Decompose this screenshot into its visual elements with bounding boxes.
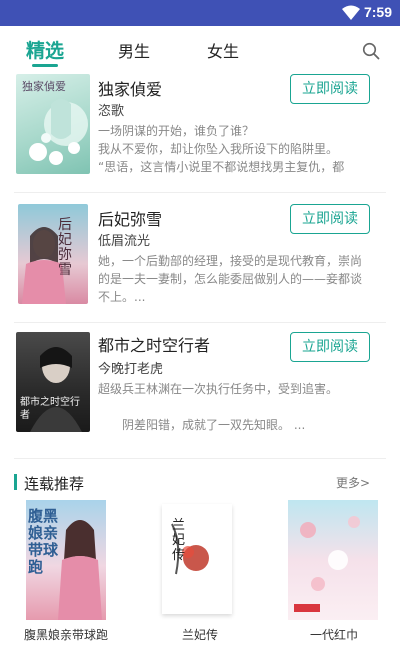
book-cover[interactable]: 后妃弥雪	[18, 204, 88, 304]
cover-title: 都市之时空行者	[20, 397, 80, 421]
book-title[interactable]: 都市之时空行者	[98, 332, 210, 356]
divider	[14, 458, 386, 459]
cover-title: 兰妃传	[172, 518, 186, 563]
tab-female[interactable]: 女生	[207, 38, 239, 62]
read-now-button[interactable]: 立即阅读	[290, 332, 370, 362]
divider	[14, 322, 386, 323]
status-bar: 7:59	[0, 0, 400, 26]
book-cover[interactable]: 独家偵爱	[16, 74, 90, 174]
top-tab-bar: 精选 男生 女生	[0, 26, 400, 74]
search-icon[interactable]	[362, 42, 380, 60]
section-title: 连载推荐	[24, 475, 85, 493]
status-time: 7:59	[363, 4, 392, 20]
recommend-cover[interactable]: 兰妃传	[162, 504, 232, 614]
book-description: 超级兵王林渊在一次执行任务中，受到追害。 阴差阳错，成就了一双先知眼。 ...	[98, 382, 339, 432]
read-now-button[interactable]: 立即阅读	[290, 74, 370, 104]
tab-male[interactable]: 男生	[118, 38, 150, 62]
divider	[14, 192, 386, 193]
recommend-name[interactable]: 一代红巾	[310, 626, 358, 643]
book-author: 低眉流光	[98, 234, 151, 249]
book-item[interactable]: 后妃弥雪 后妃弥雪 低眉流光 她，一个后勤部的经理，接受的是现代教育，崇尚的是一…	[0, 204, 400, 320]
recommend-name[interactable]: 兰妃传	[182, 626, 218, 643]
book-item[interactable]: 都市之时空行者 都市之时空行者 今晚打老虎 超级兵王林渊在一次执行任务中，受到追…	[0, 332, 400, 452]
book-author: 今晚打老虎	[98, 362, 164, 377]
active-tab-indicator	[32, 64, 58, 67]
read-now-button[interactable]: 立即阅读	[290, 204, 370, 234]
cover-title: 后妃弥雪	[58, 217, 72, 278]
tab-featured[interactable]: 精选	[26, 36, 64, 63]
book-description: 一场阴谋的开始，谁负了谁？ 我从不爱你，却让你坠入我所设下的陷阱里。 “思语，这…	[98, 124, 345, 174]
recommend-name[interactable]: 腹黑娘亲带球跑	[24, 626, 108, 643]
book-title[interactable]: 后妃弥雪	[98, 206, 162, 230]
book-title[interactable]: 独家偵爱	[98, 76, 162, 100]
recommend-cover[interactable]	[288, 500, 378, 620]
book-description: 她，一个后勤部的经理，接受的是现代教育，崇尚的是一夫一妻制，怎么能委屈做别人的—…	[98, 254, 363, 304]
wifi-icon	[342, 5, 360, 20]
recommend-cover[interactable]: 腹黑娘亲带球跑	[26, 500, 106, 620]
book-item[interactable]: 独家偵爱 独家偵爱 恣歌 一场阴谋的开始，谁负了谁？ 我从不爱你，却让你坠入我所…	[0, 74, 400, 188]
cover-title: 腹黑娘亲带球跑	[28, 507, 59, 576]
book-author: 恣歌	[98, 104, 125, 119]
book-cover[interactable]: 都市之时空行者	[16, 332, 90, 432]
cover-title: 独家偵爱	[22, 80, 66, 93]
more-link[interactable]: 更多>	[336, 474, 370, 491]
section-accent-bar	[14, 474, 17, 490]
